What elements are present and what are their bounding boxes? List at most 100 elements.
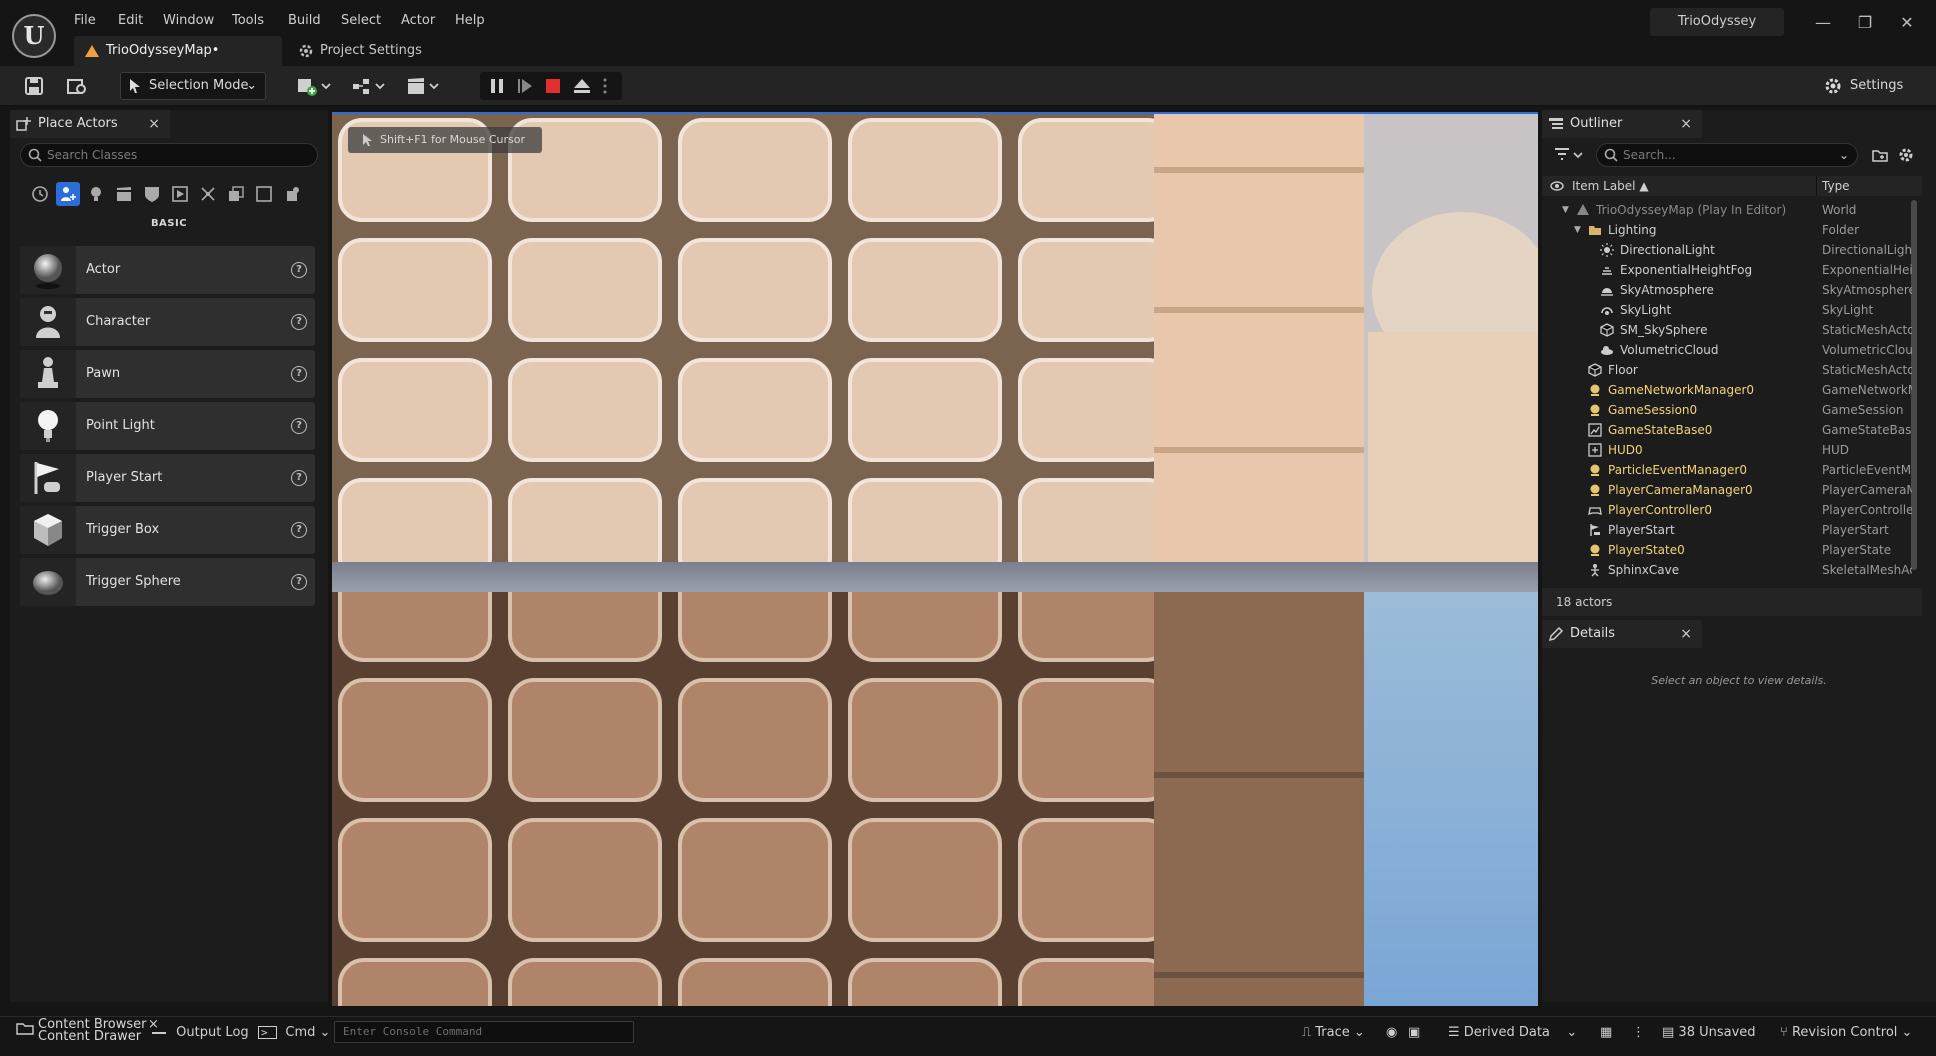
- pause-icon[interactable]: [488, 76, 506, 96]
- gear-icon[interactable]: [1898, 147, 1914, 163]
- menu-actor[interactable]: Actor: [401, 11, 435, 31]
- outliner-row[interactable]: HUD0 HUD: [1542, 440, 1922, 460]
- add-actor-icon[interactable]: [296, 76, 332, 96]
- blueprint-icon[interactable]: [352, 76, 388, 96]
- close-icon[interactable]: ×: [1680, 620, 1692, 648]
- visual-effects-category-icon[interactable]: [140, 182, 164, 206]
- outliner-row[interactable]: SM_SkySphere StaticMeshActo: [1542, 320, 1922, 340]
- close-icon[interactable]: ×: [1680, 110, 1692, 138]
- outliner-row[interactable]: ParticleEventManager0 ParticleEventMa: [1542, 460, 1922, 480]
- help-icon[interactable]: ?: [291, 470, 307, 486]
- close-window-button[interactable]: ✕: [1890, 10, 1924, 36]
- camera-icon[interactable]: ▣: [1408, 1020, 1420, 1046]
- outliner-row[interactable]: SkyAtmosphere SkyAtmosphere: [1542, 280, 1922, 300]
- outliner-row[interactable]: PlayerStart PlayerStart: [1542, 520, 1922, 540]
- outliner-row[interactable]: ▼ TrioOdysseyMap (Play In Editor) World: [1542, 200, 1922, 220]
- chevron-down-icon[interactable]: ⌄: [1839, 144, 1849, 166]
- outliner-row[interactable]: Floor StaticMeshActo: [1542, 360, 1922, 380]
- all-classes-category-icon[interactable]: [224, 182, 248, 206]
- actor-item-player-start[interactable]: Player Start ?: [20, 454, 315, 502]
- menu-select[interactable]: Select: [341, 11, 381, 31]
- outliner-row[interactable]: SkyLight SkyLight: [1542, 300, 1922, 320]
- outliner-row[interactable]: GameSession0 GameSession: [1542, 400, 1922, 420]
- derived-data-dropdown[interactable]: ☰ Derived Data ⌄: [1448, 1020, 1577, 1046]
- actor-item-point-light[interactable]: Point Light ?: [20, 402, 315, 450]
- actor-item-pawn[interactable]: Pawn ?: [20, 350, 315, 398]
- source-control-icon[interactable]: ▦: [1600, 1020, 1612, 1046]
- frame-advance-icon[interactable]: [516, 76, 534, 96]
- volumes-category-icon[interactable]: [196, 182, 220, 206]
- actor-item-character[interactable]: Character ?: [20, 298, 315, 346]
- stop-icon[interactable]: [544, 76, 562, 96]
- outliner-row[interactable]: GameNetworkManager0 GameNetworkM: [1542, 380, 1922, 400]
- tab-outliner[interactable]: Outliner ×: [1542, 110, 1702, 138]
- eye-icon[interactable]: [1550, 179, 1564, 193]
- outliner-row[interactable]: PlayerCameraManager0 PlayerCameraM: [1542, 480, 1922, 500]
- more-options-icon[interactable]: ⋮: [1632, 1020, 1645, 1046]
- outliner-row[interactable]: ▼ Lighting Folder: [1542, 220, 1922, 240]
- close-icon[interactable]: ×: [148, 110, 160, 138]
- help-icon[interactable]: ?: [291, 314, 307, 330]
- menu-help[interactable]: Help: [455, 11, 485, 31]
- help-icon[interactable]: ?: [291, 574, 307, 590]
- tab-project-settings[interactable]: Project Settings: [288, 36, 448, 66]
- tab-level-map[interactable]: TrioOdysseyMap•: [74, 36, 282, 66]
- help-icon[interactable]: ?: [291, 366, 307, 382]
- minimize-button[interactable]: —: [1806, 10, 1840, 36]
- add-folder-icon[interactable]: [1872, 147, 1888, 163]
- output-log-button[interactable]: Output Log: [152, 1020, 249, 1046]
- basic-category-icon[interactable]: [56, 182, 80, 206]
- more-options-icon[interactable]: [600, 76, 610, 96]
- level-viewport[interactable]: [332, 112, 1538, 1006]
- outliner-row[interactable]: PlayerState0 PlayerState: [1542, 540, 1922, 560]
- outliner-row[interactable]: ExponentialHeightFog ExponentialHeig: [1542, 260, 1922, 280]
- revision-control-dropdown[interactable]: ⑂ Revision Control ⌄: [1780, 1020, 1912, 1046]
- search-classes-input[interactable]: Search Classes: [20, 143, 318, 167]
- restore-button[interactable]: ❐: [1848, 10, 1882, 36]
- tab-details[interactable]: Details ×: [1542, 620, 1702, 648]
- outliner-row[interactable]: PlayerController0 PlayerControlle: [1542, 500, 1922, 520]
- save-icon[interactable]: [24, 76, 44, 96]
- eject-icon[interactable]: [572, 76, 592, 96]
- menu-edit[interactable]: Edit: [118, 11, 143, 31]
- outliner-row[interactable]: GameStateBase0 GameStateBase: [1542, 420, 1922, 440]
- filter-icon[interactable]: [1554, 147, 1586, 163]
- outliner-row[interactable]: DirectionalLight DirectionalLight: [1542, 240, 1922, 260]
- unreal-logo-icon[interactable]: U: [12, 14, 56, 58]
- record-icon[interactable]: ◉: [1386, 1020, 1397, 1046]
- help-icon[interactable]: ?: [291, 418, 307, 434]
- selection-mode-dropdown[interactable]: Selection Mode ⌄: [120, 72, 266, 100]
- content-browse-icon[interactable]: [66, 76, 88, 96]
- item-label-column-header[interactable]: Item Label ▲: [1572, 176, 1649, 196]
- geometry-category-icon[interactable]: [168, 182, 192, 206]
- actor-item-actor[interactable]: Actor ?: [20, 246, 315, 294]
- menu-tools[interactable]: Tools: [232, 11, 264, 31]
- menu-file[interactable]: File: [74, 11, 96, 31]
- menu-build[interactable]: Build: [288, 11, 321, 31]
- help-icon[interactable]: ?: [291, 522, 307, 538]
- outliner-row[interactable]: VolumetricCloud VolumetricClou: [1542, 340, 1922, 360]
- tab-place-actors[interactable]: Place Actors ×: [10, 110, 170, 138]
- actor-item-trigger-sphere[interactable]: Trigger Sphere ?: [20, 558, 315, 606]
- lights-category-icon[interactable]: [84, 182, 108, 206]
- help-icon[interactable]: ?: [291, 262, 307, 278]
- actor-item-trigger-box[interactable]: Trigger Box ?: [20, 506, 315, 554]
- cmd-dropdown[interactable]: >_ Cmd ⌄: [258, 1020, 330, 1046]
- trace-dropdown[interactable]: ⎍ Trace ⌄: [1302, 1020, 1365, 1046]
- expand-arrow-icon[interactable]: ▼: [1574, 220, 1581, 240]
- cinematic-category-icon[interactable]: [112, 182, 136, 206]
- recent-icon[interactable]: [28, 182, 52, 206]
- settings-button[interactable]: Settings ⌄: [1820, 72, 1920, 121]
- outliner-row[interactable]: SphinxCave SkeletalMeshAc: [1542, 560, 1922, 580]
- shapes-category-icon[interactable]: [252, 182, 276, 206]
- content-browser-button[interactable]: Content Browser Content Drawer ×: [12, 1017, 162, 1047]
- unsaved-button[interactable]: ▤ 38 Unsaved: [1662, 1020, 1756, 1046]
- expand-arrow-icon[interactable]: ▼: [1562, 200, 1569, 220]
- menu-window[interactable]: Window: [163, 11, 214, 31]
- outliner-search-input[interactable]: Search... ⌄: [1596, 143, 1858, 167]
- modeling-category-icon[interactable]: [280, 182, 304, 206]
- type-column-header[interactable]: Type: [1822, 176, 1850, 196]
- console-command-input[interactable]: Enter Console Command: [334, 1021, 634, 1043]
- tab-label: Outliner: [1570, 116, 1623, 131]
- cinematics-icon[interactable]: [406, 76, 442, 96]
